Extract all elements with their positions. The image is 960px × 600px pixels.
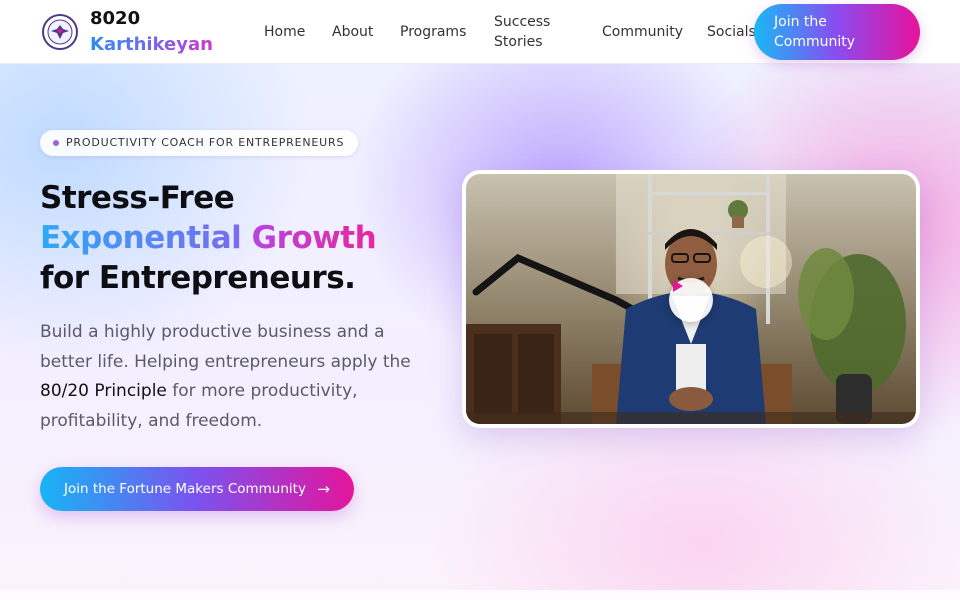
play-button[interactable] (669, 278, 713, 322)
nav-success-stories[interactable]: Success Stories (494, 12, 564, 52)
video-thumbnail[interactable] (466, 174, 916, 424)
brand-name-line2[interactable]: Karthikeyan (90, 34, 213, 55)
hero-description-part1: Build a highly productive business and a… (40, 322, 411, 372)
badge-dot-icon (53, 140, 59, 146)
hero-badge-label: PRODUCTIVITY COACH FOR ENTREPRENEURS (66, 136, 345, 149)
logo-icon[interactable] (42, 14, 78, 50)
section-divider (0, 590, 960, 600)
intro-video-card[interactable] (462, 170, 920, 428)
brand-name-line1[interactable]: 8020 (90, 8, 140, 29)
site-header: 8020 Karthikeyan Home About Programs Suc… (0, 0, 960, 64)
arrow-right-icon: → (317, 480, 330, 498)
play-icon (673, 280, 683, 292)
nav-about[interactable]: About (332, 22, 373, 42)
nav-programs[interactable]: Programs (400, 22, 466, 42)
hero-description: Build a highly productive business and a… (40, 318, 420, 436)
nav-community[interactable]: Community (602, 22, 683, 42)
hero-heading-growth: Growth (251, 220, 377, 256)
hero-heading-exponential: Exponential (40, 220, 242, 256)
nav-home[interactable]: Home (264, 22, 305, 42)
hero-description-highlight: 80/20 Principle (40, 381, 167, 401)
hero-badge: PRODUCTIVITY COACH FOR ENTREPRENEURS (40, 130, 359, 156)
join-fortune-makers-button[interactable]: Join the Fortune Makers Community → (40, 467, 354, 511)
hero-heading-line1: Stress-Free (40, 180, 235, 216)
join-community-button[interactable]: Join the Community (754, 4, 920, 60)
join-fortune-makers-label: Join the Fortune Makers Community (64, 481, 306, 497)
hero-heading-line3: for Entrepreneurs. (40, 260, 356, 296)
nav-socials[interactable]: Socials (707, 22, 756, 42)
hero-heading-line2: Exponential Growth (40, 218, 377, 258)
eagle-emblem-icon (47, 19, 73, 45)
